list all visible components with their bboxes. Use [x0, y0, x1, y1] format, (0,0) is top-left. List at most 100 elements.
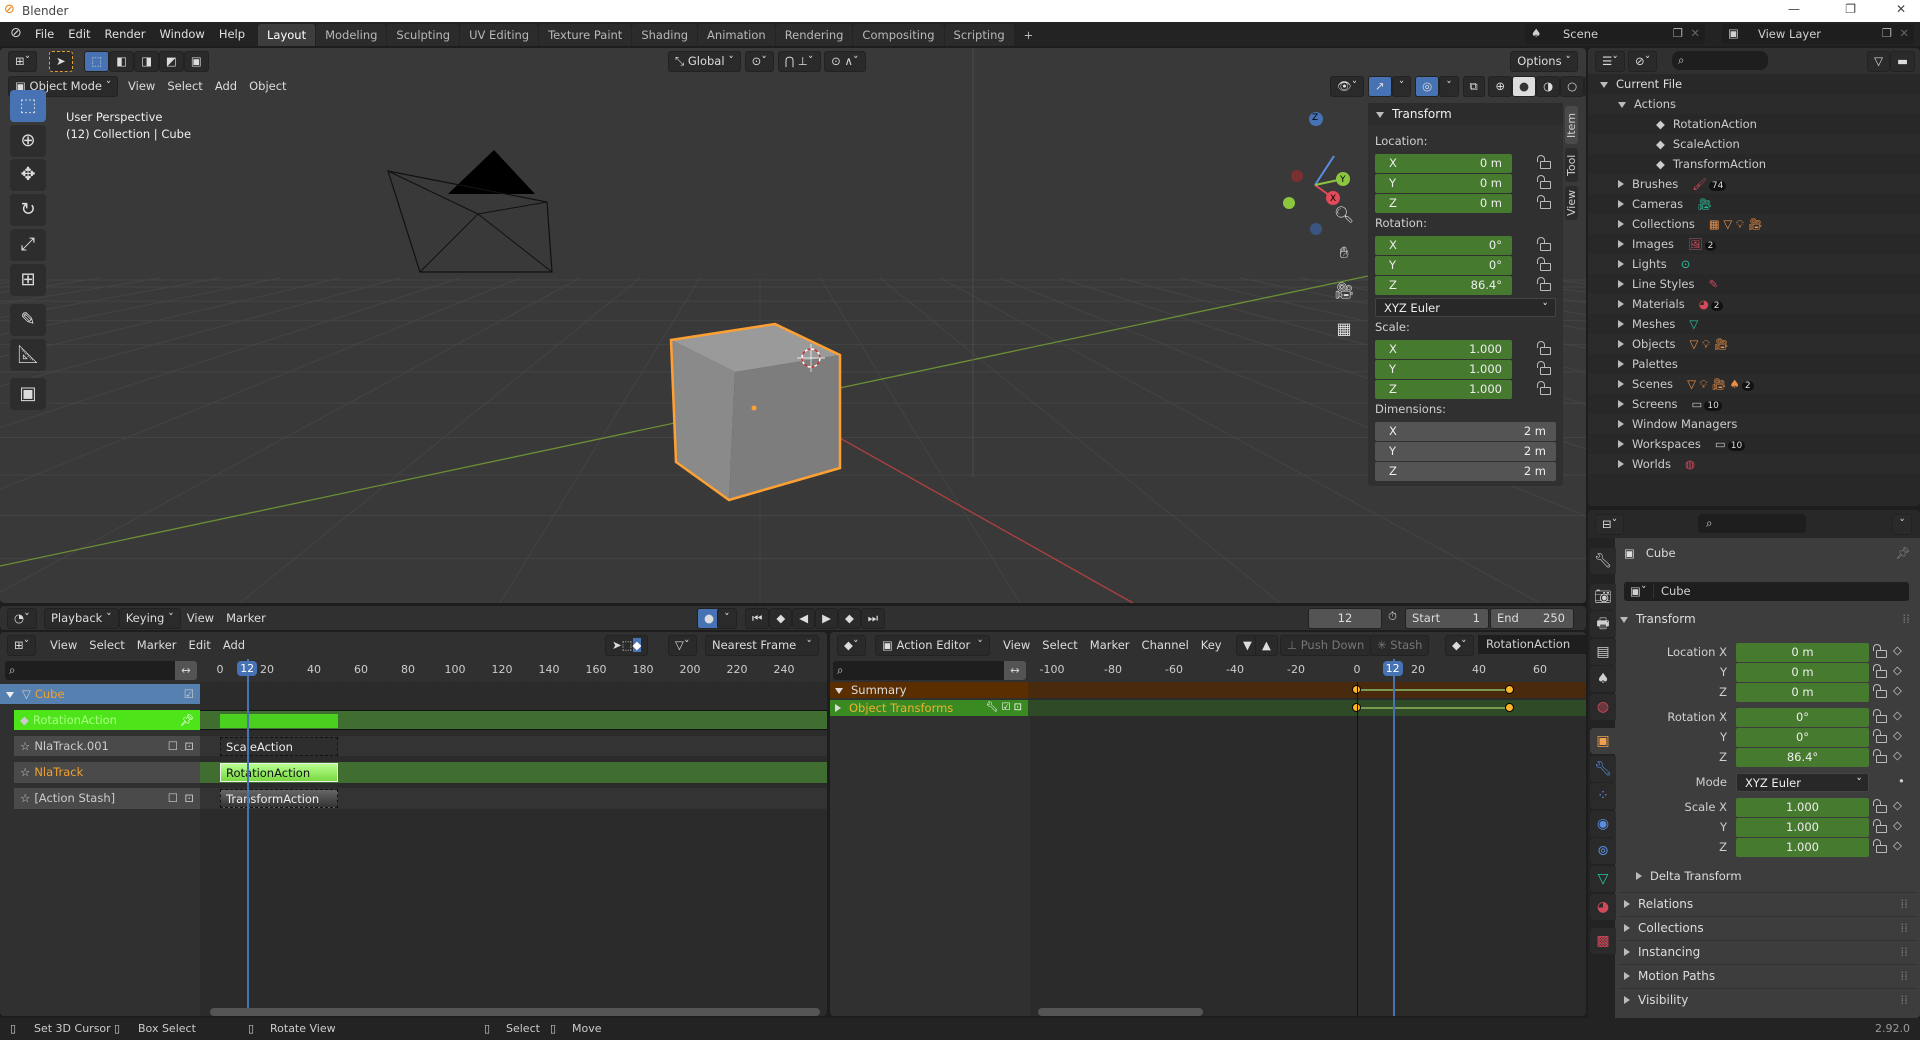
view-layer-selector[interactable]: ▣ View Layer ❐ ✕ [1722, 24, 1914, 44]
outliner-item-actions[interactable]: Actions [1588, 94, 1920, 114]
tab-layout[interactable]: Layout [258, 24, 316, 46]
drag-handle-icon[interactable]: ⁞⁞ [1900, 941, 1908, 963]
3d-viewport[interactable]: Z X Y ⊞ˇ ➤ ⬚ ◧ ◨ ◩ ▣ ⤡ Global ˇ ⊙ˇ ⋂ ⊥ˇ ⊙ ∧ˇ… [0, 48, 1586, 603]
lock-icon[interactable] [1873, 644, 1887, 658]
panel-motion-paths[interactable]: Motion Paths ⁞⁞ [1618, 964, 1918, 986]
tab-texture-paint[interactable]: Texture Paint [539, 24, 632, 46]
viewport-menu-select[interactable]: Select [161, 76, 208, 96]
panel-instancing[interactable]: Instancing ⁞⁞ [1618, 940, 1918, 962]
expand-arrow-icon[interactable] [1618, 440, 1624, 448]
properties-editor-type-icon[interactable]: ⊟ˇ [1595, 514, 1625, 535]
location-z-field[interactable]: Z 0 m [1375, 194, 1512, 213]
outliner-root[interactable]: Current File [1588, 74, 1920, 94]
outliner-item-screens[interactable]: Screens ▭ 10 [1588, 394, 1920, 414]
rotation-y-field[interactable]: Y 0° [1375, 256, 1512, 275]
outliner-item-materials[interactable]: Materials ◕ 2 [1588, 294, 1920, 314]
select-mode-subtract-icon[interactable]: ◨ [134, 51, 159, 72]
modifier-tab-icon[interactable]: 🔧︎ [1590, 756, 1616, 782]
property-field[interactable]: 0 m [1736, 663, 1869, 682]
menu-render[interactable]: Render [98, 22, 153, 46]
outliner-item-scenes[interactable]: Scenes ▽ 💡︎ 🎥︎ ♠ 2 [1588, 374, 1920, 394]
rotation-mode-dropdown[interactable]: XYZ Euler ˇ [1375, 298, 1556, 317]
tab-rendering[interactable]: Rendering [775, 24, 853, 46]
view-layer-tab-icon[interactable]: ▤ [1590, 639, 1616, 665]
lock-icon[interactable] [1873, 819, 1887, 833]
location-y-field[interactable]: Y 0 m [1375, 174, 1512, 193]
select-tool-button[interactable]: ➤ [49, 51, 73, 72]
keyframe-diamond-icon[interactable]: ◇ [1893, 838, 1902, 852]
outliner-item-transformaction[interactable]: ◆ TransformAction [1588, 154, 1920, 174]
outliner-item-scaleaction[interactable]: ◆ ScaleAction [1588, 134, 1920, 154]
solo-star-icon[interactable]: ☆ [20, 739, 30, 753]
sidebar-tab-tool[interactable]: Tool [1565, 148, 1578, 182]
mute-checkbox[interactable]: ☐ [168, 788, 178, 809]
tweak-select-icon[interactable]: ➤⬚◆ [605, 635, 649, 656]
current-frame-badge[interactable]: 12 [237, 661, 258, 676]
delete-scene-icon[interactable]: ✕ [1690, 26, 1700, 40]
location-x-field[interactable]: X 0 m [1375, 154, 1512, 173]
gizmo-dropdown[interactable]: ˇ [1391, 76, 1412, 97]
tab-compositing[interactable]: Compositing [853, 24, 944, 46]
scene-tab-icon[interactable]: ♠ [1590, 666, 1616, 692]
action-menu-view[interactable]: View [997, 635, 1036, 655]
action-menu-key[interactable]: Key [1195, 635, 1228, 655]
expand-arrow-icon[interactable] [1618, 460, 1624, 468]
nla-editor-type-icon[interactable]: ⊞ˇ [7, 635, 37, 656]
keyframe-diamond-icon[interactable]: ◇ [1893, 708, 1902, 722]
expand-arrow-icon[interactable] [1618, 340, 1624, 348]
new-scene-icon[interactable]: ❐ [1673, 26, 1683, 40]
xray-icon[interactable]: ⧉ [1462, 76, 1485, 97]
select-mode-new-icon[interactable]: ⬚ [84, 51, 110, 72]
expand-arrow-icon[interactable] [1618, 102, 1626, 108]
overlay-toggle-icon[interactable]: ◎ [1415, 76, 1440, 97]
property-field[interactable]: 0° [1736, 708, 1869, 727]
keyframe-diamond-icon[interactable]: ◇ [1893, 683, 1902, 697]
expand-arrow-icon[interactable] [1618, 400, 1624, 408]
constraints-tab-icon[interactable]: ⊚ [1590, 838, 1616, 864]
transform-section-header[interactable]: Transform ⁞⁞ [1620, 612, 1920, 626]
end-frame-field[interactable]: End 250 [1490, 608, 1574, 629]
property-field[interactable]: 0 m [1736, 643, 1869, 662]
grid-perspective-icon[interactable]: ▦ [1330, 310, 1358, 348]
timeline-editor-type-icon[interactable]: ◔ˇ [7, 608, 37, 629]
transform-icon[interactable]: ⊞ [10, 264, 46, 296]
select-box-icon[interactable]: ⬚ [10, 90, 46, 122]
pan-hand-icon[interactable]: ✋︎ [1330, 234, 1358, 272]
object-transforms-channel[interactable]: Object Transforms 🔧︎ ☑ ⊡ [830, 700, 1028, 716]
delete-view-layer-icon[interactable]: ✕ [1899, 26, 1909, 40]
action-menu-channel[interactable]: Channel [1136, 635, 1195, 655]
outliner-item-objects[interactable]: Objects ▽ 💡︎ 🎥︎ [1588, 334, 1920, 354]
delta-transform-subpanel[interactable]: Delta Transform [1636, 869, 1742, 883]
expand-arrow-icon[interactable] [1618, 300, 1624, 308]
property-field[interactable]: 0° [1736, 728, 1869, 747]
nla-channel-rotationaction[interactable]: ◆ RotationAction 📌︎ [14, 710, 200, 730]
expand-arrow-icon[interactable] [1618, 240, 1624, 248]
rendered-shading-icon[interactable]: ○ [1560, 76, 1585, 97]
filter-icon[interactable]: ▽ [1867, 51, 1890, 72]
scale-z-field[interactable]: Z 1.000 [1375, 380, 1512, 399]
lock-icon[interactable] [1873, 709, 1887, 723]
lock-icon[interactable] [1873, 749, 1887, 763]
sidebar-tab-view[interactable]: View [1565, 186, 1578, 220]
zoom-icon[interactable]: 🔍︎ [1330, 196, 1358, 234]
data-tab-icon[interactable]: ▽ [1590, 866, 1616, 892]
nla-channel--action-stash-[interactable]: ☆ [Action Stash] ☐ ⊡ [14, 788, 200, 809]
action-frame-ruler[interactable]: -100 -80 -60 -40 -20 0 20 40 60 [830, 659, 1586, 681]
pin-icon[interactable]: 📌︎ [179, 710, 194, 730]
action-menu-select[interactable]: Select [1036, 635, 1083, 655]
new-collection-icon[interactable]: ▬ [1890, 51, 1915, 72]
jump-start-icon[interactable]: ⏮ [745, 608, 770, 629]
nla-menu-edit[interactable]: Edit [183, 635, 217, 655]
expand-arrow-icon[interactable] [1618, 180, 1624, 188]
panel-collections[interactable]: Collections ⁞⁞ [1618, 916, 1918, 938]
lock-icon[interactable]: ⊡ [184, 736, 194, 756]
nla-strip-scaleaction[interactable]: ScaleAction [220, 737, 338, 756]
snap-mode-dropdown[interactable]: Nearest Frame ˇ [705, 635, 819, 656]
prev-keyframe-icon[interactable]: ◆ [769, 608, 793, 629]
nla-menu-view[interactable]: View [44, 635, 83, 655]
blender-menu-icon[interactable]: ⊘ [10, 25, 22, 41]
object-tab-icon[interactable]: ▣ [1590, 728, 1616, 754]
tab-animation[interactable]: Animation [698, 24, 775, 46]
annotate-icon[interactable]: ✎ [10, 304, 46, 336]
lock-icon[interactable] [1537, 341, 1551, 355]
